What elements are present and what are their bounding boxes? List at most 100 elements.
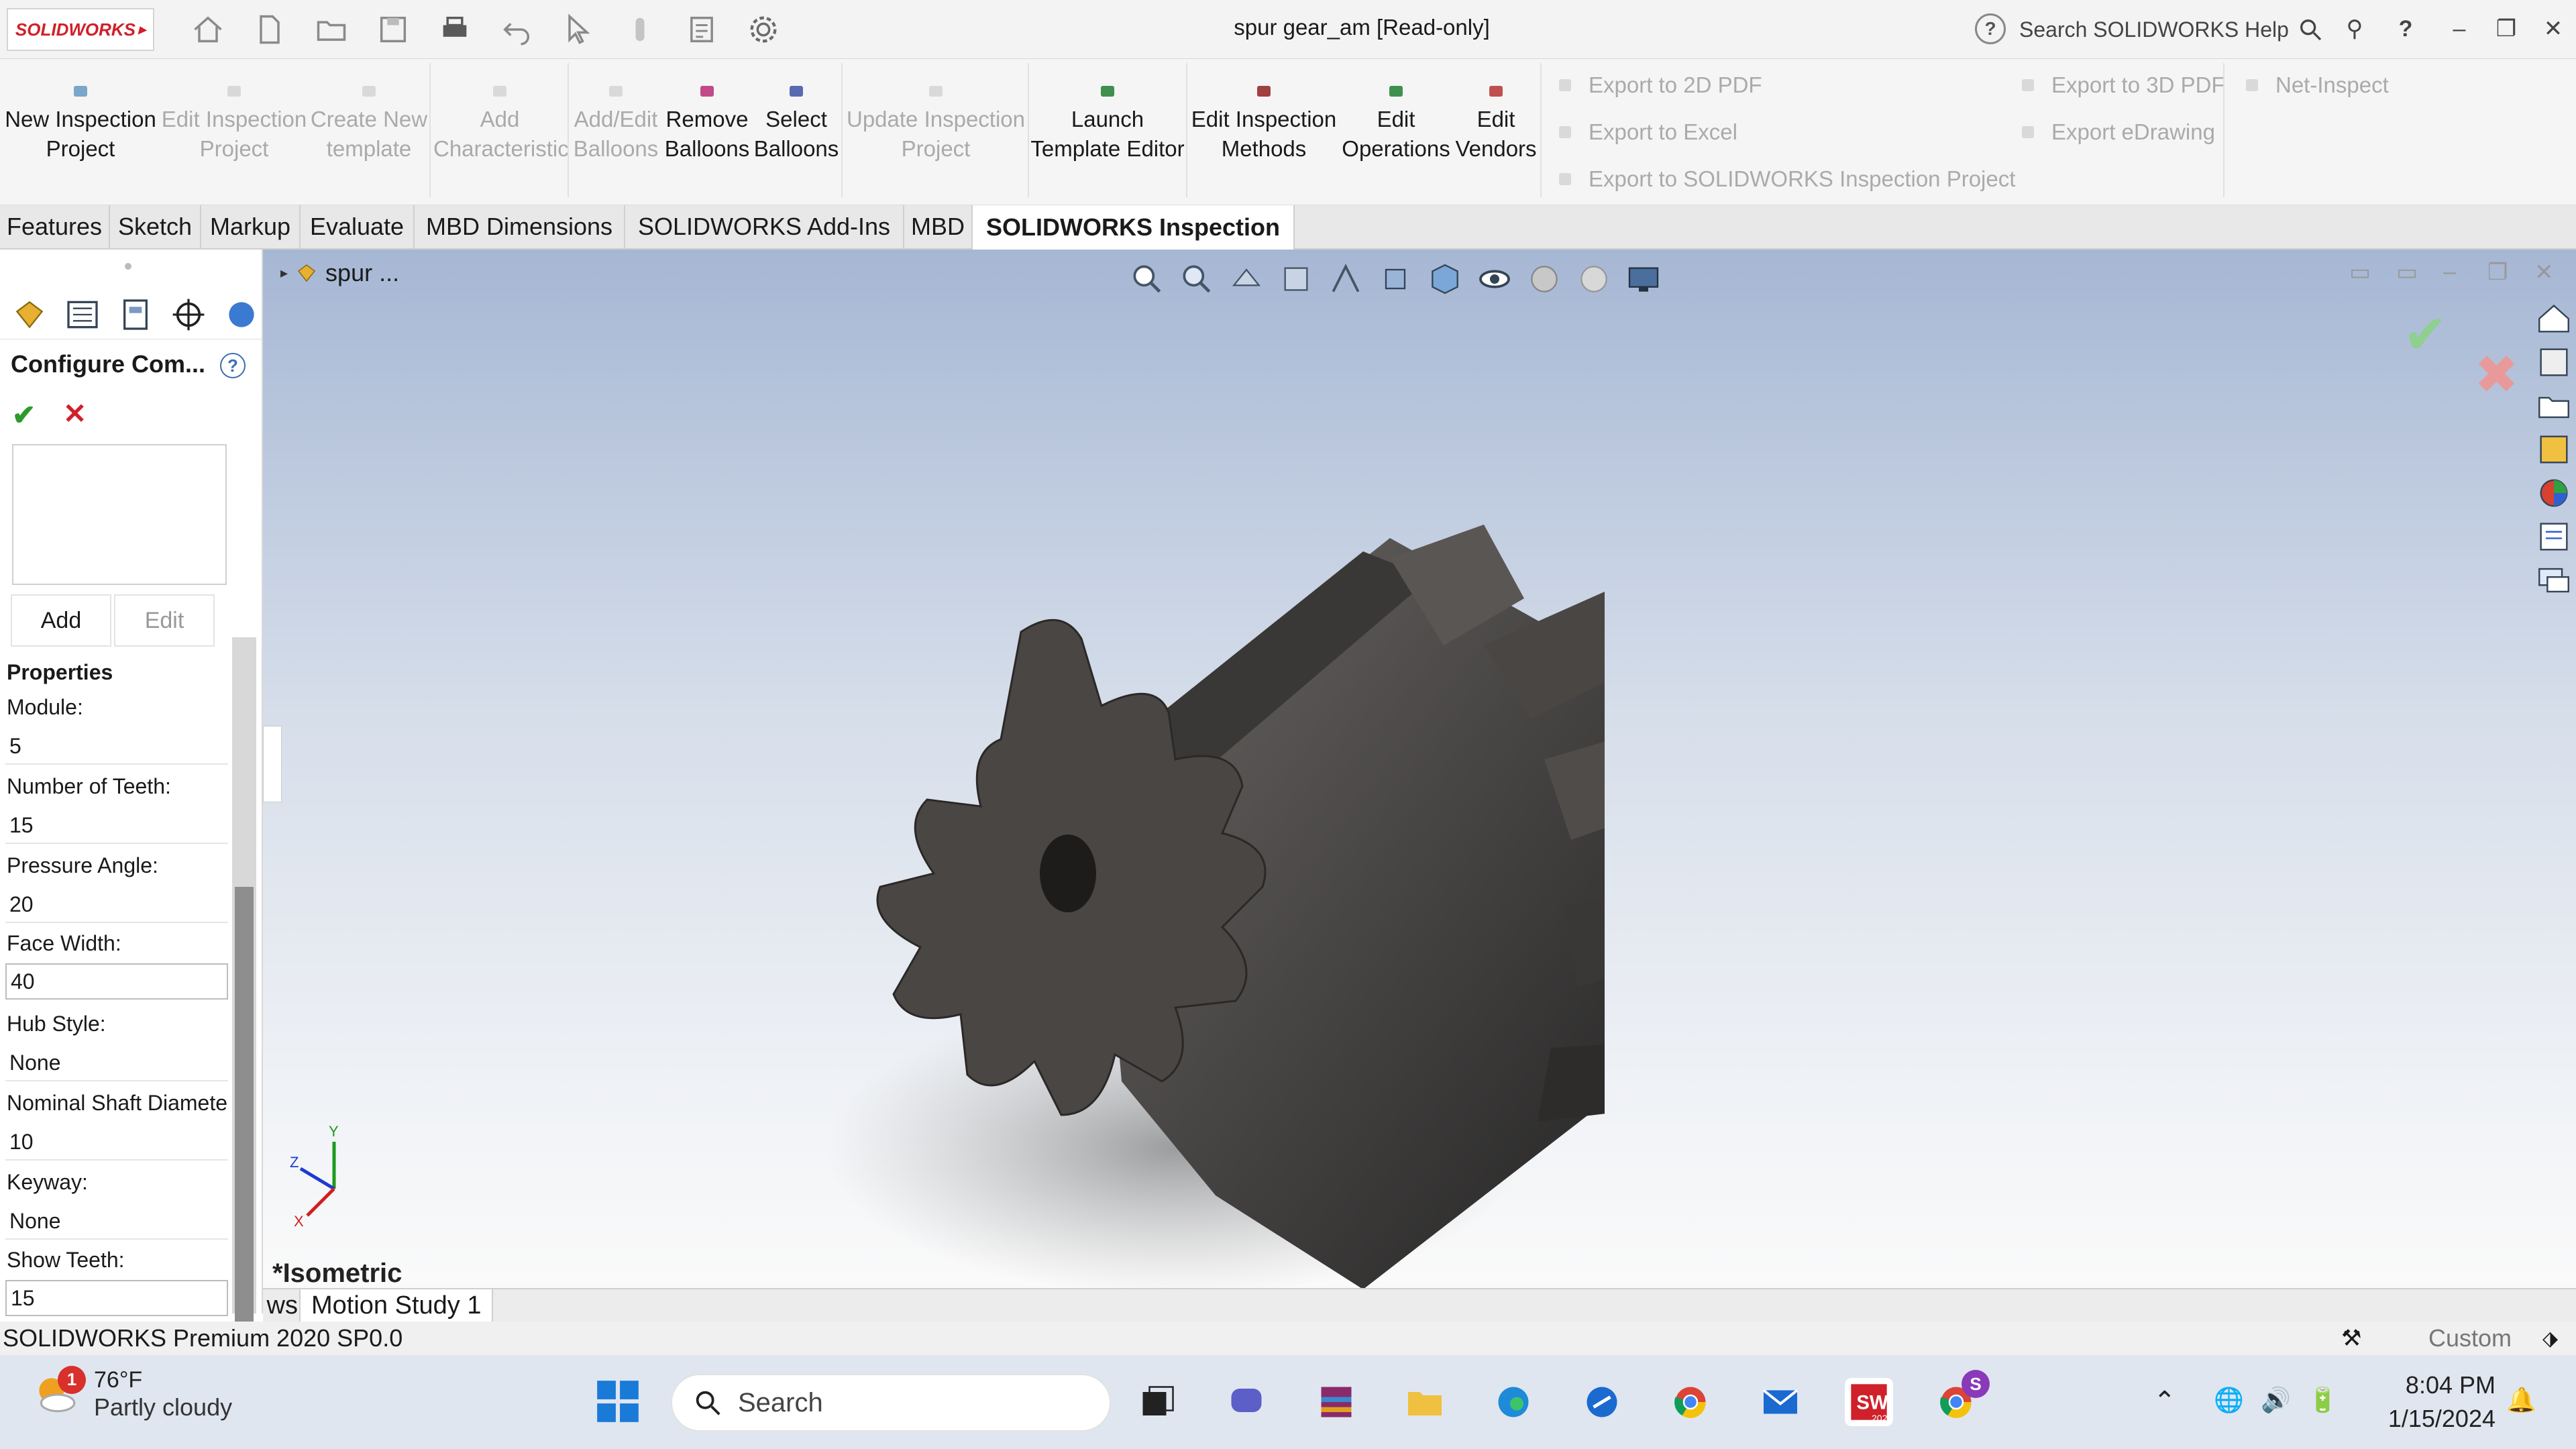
viewport-minimize-button[interactable]: – — [2443, 259, 2456, 285]
select-cursor-icon[interactable] — [551, 9, 605, 50]
property-manager-tab-icon[interactable] — [61, 294, 105, 335]
module-field[interactable]: 5 — [5, 729, 228, 765]
solidworks-taskbar-icon[interactable]: SW 2020 — [1845, 1378, 1893, 1426]
dynamic-annotation-icon[interactable] — [1327, 260, 1364, 298]
flyout-tree[interactable]: ▸ spur ... — [280, 259, 399, 287]
display-manager-tab-icon[interactable] — [219, 294, 263, 335]
configurations-list[interactable] — [12, 444, 227, 585]
notifications-bell-icon[interactable]: 🔔 — [2506, 1386, 2536, 1414]
edit-button[interactable]: Edit — [114, 594, 215, 647]
section-view-icon[interactable] — [1277, 260, 1315, 298]
clock[interactable]: 8:04 PM 1/15/2024 — [2361, 1368, 2496, 1436]
scrollbar-thumb[interactable] — [235, 887, 254, 1374]
volume-icon[interactable]: 🔊 — [2261, 1386, 2291, 1414]
minimize-button[interactable]: – — [2439, 12, 2479, 46]
mail-icon[interactable] — [1756, 1378, 1805, 1426]
panel-help-icon[interactable]: ? — [220, 353, 246, 378]
edit-appearance-icon[interactable] — [1525, 260, 1563, 298]
previous-view-icon[interactable] — [1228, 260, 1265, 298]
tab-views-partial[interactable]: ws — [263, 1289, 298, 1322]
tab-solidworks-inspection[interactable]: SOLIDWORKS Inspection — [973, 205, 1295, 250]
edit-inspection-methods-button[interactable]: Edit Inspection Methods — [1189, 86, 1339, 164]
add-button[interactable]: Add — [11, 594, 111, 647]
confirm-check-icon[interactable]: ✔ — [2403, 303, 2448, 366]
dimxpert-tab-icon[interactable] — [166, 294, 210, 335]
unit-system-status[interactable]: Custom — [2428, 1324, 2512, 1352]
shaft-diameter-field[interactable]: 10 — [5, 1124, 228, 1161]
confirm-cancel-icon[interactable]: ✖ — [2474, 343, 2519, 406]
windows-start-icon[interactable] — [593, 1377, 643, 1430]
add-edit-balloons-button[interactable]: Add/Edit Balloons — [570, 86, 661, 164]
export-excel-button[interactable]: Export to Excel — [1559, 119, 1737, 145]
file-explorer-icon[interactable] — [2534, 386, 2573, 425]
tab-solidworks-addins[interactable]: SOLIDWORKS Add-Ins — [625, 205, 904, 248]
app-icon-blue[interactable] — [1578, 1378, 1626, 1426]
remove-balloons-button[interactable]: Remove Balloons — [663, 86, 751, 164]
view-orientation-icon[interactable] — [1377, 260, 1414, 298]
apply-scene-icon[interactable] — [1575, 260, 1613, 298]
create-new-template-button[interactable]: Create New template — [310, 86, 428, 164]
display-style-icon[interactable] — [1426, 260, 1464, 298]
solidworks-logo[interactable]: SOLIDWORKS ▸ — [7, 8, 154, 51]
user-icon[interactable]: ⚲ — [2334, 12, 2375, 46]
forum-icon[interactable] — [2534, 561, 2573, 600]
export-edrawing-button[interactable]: Export eDrawing — [2022, 119, 2215, 145]
panel-splitter-handle[interactable] — [263, 726, 282, 802]
net-inspect-button[interactable]: Net-Inspect — [2246, 72, 2389, 98]
viewport-tile-icon[interactable]: ▭ — [2349, 259, 2371, 286]
tab-mbd-dimensions[interactable]: MBD Dimensions — [415, 205, 625, 248]
winrar-icon[interactable] — [1312, 1378, 1360, 1426]
solidworks-resources-icon[interactable] — [2534, 299, 2573, 338]
save-icon[interactable] — [366, 9, 420, 50]
rebuild-status-icon[interactable]: ⚒ — [2341, 1325, 2361, 1352]
face-width-field[interactable]: 40 — [5, 963, 228, 1000]
hub-style-field[interactable]: None — [5, 1045, 228, 1081]
expand-arrow-icon[interactable]: ▸ — [280, 264, 288, 282]
language-globe-icon[interactable]: 🌐 — [2214, 1386, 2244, 1414]
edit-vendors-button[interactable]: Edit Vendors — [1453, 86, 1539, 164]
task-view-icon[interactable] — [1134, 1378, 1182, 1426]
weather-widget[interactable]: 1 76°F Partly cloudy — [31, 1365, 232, 1421]
help-menu-icon[interactable]: ? — [2385, 12, 2426, 46]
zoom-to-fit-icon[interactable] — [1128, 260, 1166, 298]
tab-markup[interactable]: Markup — [201, 205, 301, 248]
hide-show-items-icon[interactable] — [1476, 260, 1513, 298]
print-icon[interactable] — [428, 9, 482, 50]
edit-operations-button[interactable]: Edit Operations — [1340, 86, 1452, 164]
new-document-icon[interactable] — [243, 9, 297, 50]
viewport-close-button[interactable]: ✕ — [2534, 259, 2554, 286]
configuration-manager-tab-icon[interactable] — [114, 294, 158, 335]
panel-scrollbar[interactable] — [232, 637, 256, 1374]
teams-chat-icon[interactable] — [1222, 1378, 1271, 1426]
file-explorer-icon[interactable] — [1401, 1378, 1449, 1426]
tab-evaluate[interactable]: Evaluate — [301, 205, 415, 248]
launch-template-editor-button[interactable]: Launch Template Editor — [1030, 86, 1185, 164]
zoom-to-area-icon[interactable] — [1178, 260, 1216, 298]
tab-mbd[interactable]: MBD — [904, 205, 973, 248]
update-inspection-project-button[interactable]: Update Inspection Project — [844, 86, 1028, 164]
add-characteristic-button[interactable]: Add Characteristic — [433, 86, 569, 164]
graphics-viewport[interactable]: ▸ spur ... ▭ ▭ – ❐ ✕ ✔ ✖ Y Z X *Isometri… — [263, 250, 2576, 1296]
viewport-restore-button[interactable]: ❐ — [2487, 259, 2508, 286]
options-gear-icon[interactable] — [737, 9, 790, 50]
edit-inspection-project-button[interactable]: Edit Inspection Project — [161, 86, 307, 164]
close-button[interactable]: ✕ — [2533, 12, 2573, 46]
taskbar-search[interactable]: Search — [671, 1374, 1111, 1432]
open-folder-icon[interactable] — [305, 9, 358, 50]
home-icon[interactable] — [181, 9, 235, 50]
rebuild-icon[interactable] — [613, 9, 667, 50]
chrome-profile-icon[interactable]: S — [1932, 1370, 1990, 1426]
spur-gear-model[interactable] — [800, 377, 1605, 1316]
cancel-x-icon[interactable]: ✕ — [63, 397, 87, 430]
number-of-teeth-field[interactable]: 15 — [5, 808, 228, 844]
edge-browser-icon[interactable] — [1489, 1378, 1538, 1426]
feature-manager-tab-icon[interactable] — [8, 294, 52, 335]
search-help-field[interactable]: Search SOLIDWORKS Help — [2019, 13, 2328, 46]
keyway-field[interactable]: None — [5, 1203, 228, 1240]
show-hidden-icons[interactable]: ⌃ — [2153, 1386, 2176, 1417]
tab-motion-study[interactable]: Motion Study 1 — [299, 1289, 494, 1322]
ok-check-icon[interactable]: ✔ — [12, 398, 36, 431]
design-library-icon[interactable] — [2534, 343, 2573, 382]
view-settings-icon[interactable] — [1625, 260, 1662, 298]
help-icon[interactable]: ? — [1975, 13, 2006, 44]
